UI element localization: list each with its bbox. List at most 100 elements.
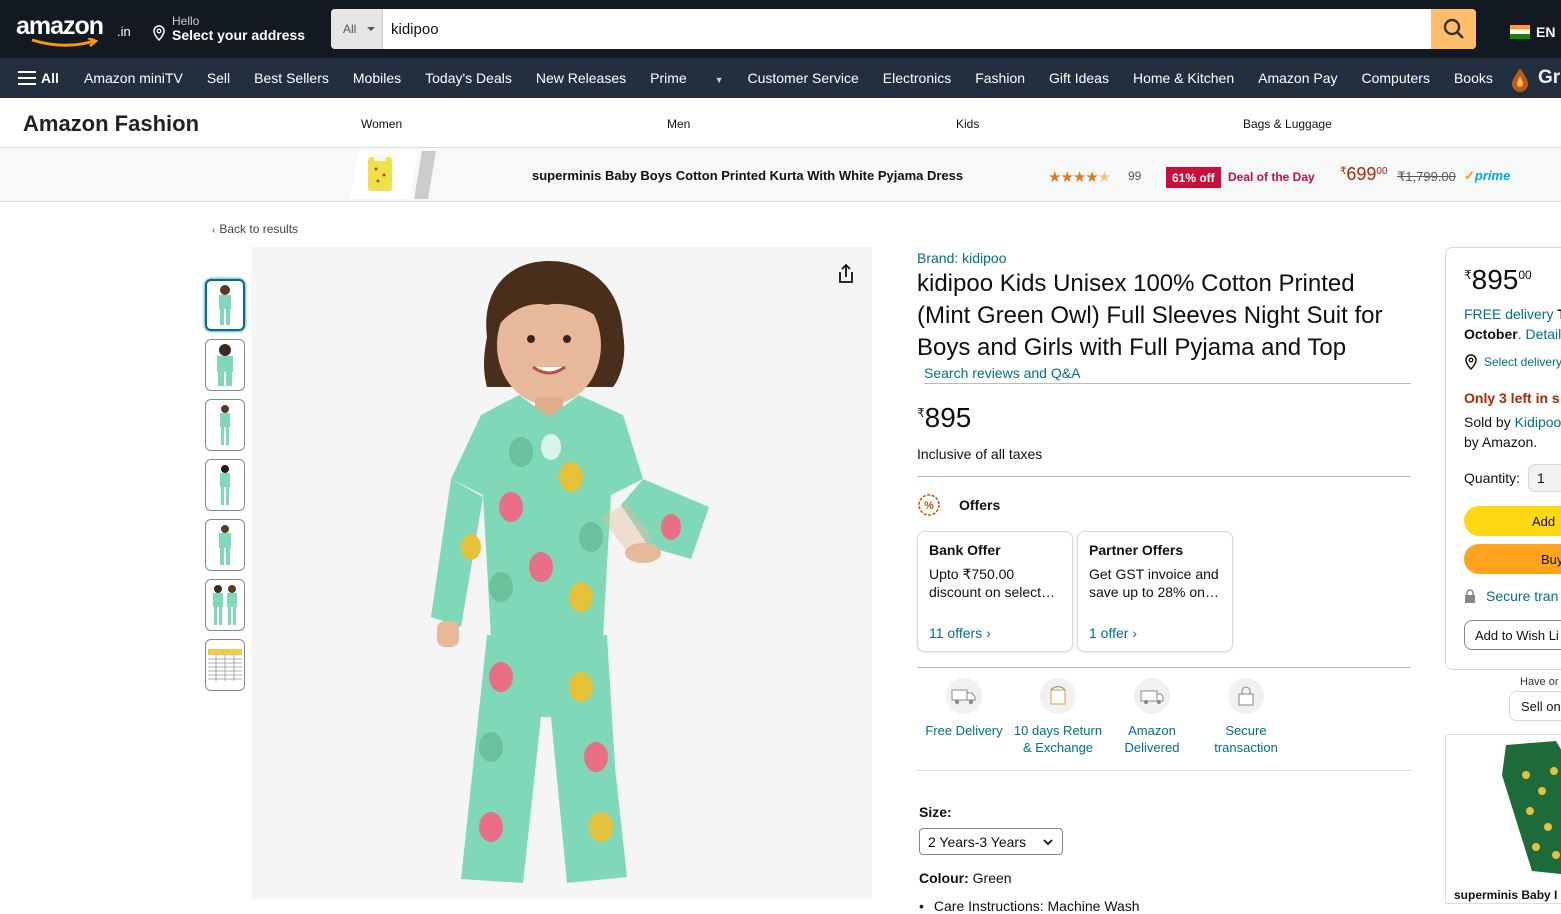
free-delivery-link[interactable]: FREE delivery <box>1464 306 1553 322</box>
add-to-cart-button[interactable]: Add <box>1464 506 1561 536</box>
nav-item-computers[interactable]: Computers <box>1362 70 1430 86</box>
nav-item-customer-service[interactable]: Customer Service <box>747 70 858 86</box>
language-selector[interactable]: EN <box>1510 24 1555 40</box>
sell-on-button[interactable]: Sell on <box>1509 691 1561 721</box>
feature-secure[interactable]: Secure transaction <box>1199 678 1293 756</box>
nav-item-sell[interactable]: Sell <box>207 70 230 86</box>
sponsored-ad[interactable]: superminis Baby I <box>1445 734 1561 904</box>
thumbnail-4[interactable] <box>205 459 245 511</box>
image-thumbnails <box>205 279 245 699</box>
colour-row: Colour: Green <box>919 870 1411 886</box>
prime-badge: ✓prime <box>1464 168 1510 184</box>
buybox-price-whole: 895 <box>1471 264 1519 295</box>
currency-symbol: ₹ <box>917 406 925 420</box>
delivery-details-link[interactable]: . Detail <box>1518 326 1561 342</box>
quantity-select[interactable]: 1 <box>1528 464 1561 492</box>
all-menu-button[interactable]: All <box>18 70 59 86</box>
offer-card-partner[interactable]: Partner Offers Get GST invoice and save … <box>1077 531 1233 652</box>
select-delivery-location[interactable]: Select delivery <box>1464 354 1561 370</box>
back-to-results-link[interactable]: ‹ Back to results <box>212 222 298 236</box>
prime-check-icon: ✓ <box>1464 168 1475 183</box>
diya-lamp-icon[interactable] <box>1505 64 1535 94</box>
product-title: kidipoo Kids Unisex 100% Cotton Printed … <box>917 270 1383 361</box>
thumbnail-3[interactable] <box>205 399 245 451</box>
buy-now-button[interactable]: Buy <box>1464 544 1561 574</box>
product-info: Brand: kidipoo kidipoo Kids Unisex 100% … <box>917 247 1411 914</box>
nav-item-books[interactable]: Books <box>1454 70 1493 86</box>
fashion-cat-bags[interactable]: Bags & Luggage <box>1243 117 1332 131</box>
product-price: ₹895 <box>917 402 1411 434</box>
secure-transaction-link[interactable]: Secure tran <box>1464 588 1561 604</box>
nav-item-new-releases[interactable]: New Releases <box>536 70 626 86</box>
nav-items: Amazon miniTV Sell Best Sellers Mobiles Toda… <box>84 70 1517 86</box>
search-category-dropdown[interactable]: All <box>331 9 383 49</box>
kid-thumbnail-image <box>220 405 230 445</box>
nav-item-home-kitchen[interactable]: Home & Kitchen <box>1133 70 1234 86</box>
star-rating-icon: ★★★★★ <box>1048 169 1111 186</box>
sold-by-prefix: Sold by <box>1464 414 1515 430</box>
offer-card-bank[interactable]: Bank Offer Upto ₹750.00 discount on sele… <box>917 531 1073 652</box>
bullet-icon: • <box>919 898 924 914</box>
amazon-logo[interactable]: amazon .in <box>16 10 134 48</box>
ad-product-image <box>1502 741 1561 875</box>
feature-free-delivery[interactable]: Free Delivery <box>917 678 1011 756</box>
share-icon[interactable] <box>834 262 858 286</box>
offer-card-link[interactable]: 1 offer › <box>1089 625 1221 641</box>
seller-link[interactable]: Kidipoo <box>1515 414 1561 430</box>
size-value: 2 Years-3 Years <box>928 834 1027 850</box>
deal-price: ₹69900 <box>1340 164 1388 185</box>
delivery-date: October <box>1464 326 1518 342</box>
top-header: amazon .in Hello Select your address All… <box>0 0 1561 58</box>
fashion-cat-women[interactable]: Women <box>361 117 402 131</box>
colour-value: Green <box>972 870 1012 886</box>
india-flag-icon <box>1510 25 1530 39</box>
brand-link[interactable]: Brand: kidipoo <box>917 250 1411 266</box>
nav-item-fashion[interactable]: Fashion <box>975 70 1025 86</box>
size-chart-thumbnail-image <box>208 649 242 681</box>
feature-amazon-delivered[interactable]: Amazon Delivered <box>1105 678 1199 756</box>
search-reviews-link[interactable]: Search reviews and Q&A <box>924 365 1411 384</box>
nav-item-best-sellers[interactable]: Best Sellers <box>254 70 329 86</box>
nav-item-electronics[interactable]: Electronics <box>883 70 951 86</box>
search-input[interactable] <box>383 9 1432 49</box>
nav-item-gift-ideas[interactable]: Gift Ideas <box>1049 70 1109 86</box>
currency-symbol: ₹ <box>1464 268 1472 282</box>
nav-item-todays-deals[interactable]: Today's Deals <box>425 70 512 86</box>
prime-label: prime <box>1474 168 1511 183</box>
ad-title[interactable]: superminis Baby I <box>1454 888 1557 902</box>
deal-mrp: ₹1,799.00 <box>1397 169 1456 184</box>
deal-banner[interactable]: superminis Baby Boys Cotton Printed Kurt… <box>0 148 1561 202</box>
currency-symbol: ₹ <box>1340 166 1347 177</box>
nav-item-minitv[interactable]: Amazon miniTV <box>84 70 183 86</box>
add-to-wishlist-button[interactable]: Add to Wish Li <box>1464 620 1561 650</box>
smile-arrow-icon <box>31 38 99 47</box>
nav-item-prime[interactable]: Prime ▼ <box>650 70 723 86</box>
size-select[interactable]: 2 Years-3 Years <box>919 828 1063 855</box>
fashion-title[interactable]: Amazon Fashion <box>23 111 199 137</box>
offer-card-link[interactable]: 11 offers › <box>929 625 1061 641</box>
kid-thumbnail-image <box>220 465 230 505</box>
hamburger-icon <box>18 71 36 85</box>
thumbnail-2[interactable] <box>205 339 245 391</box>
promo-text[interactable]: Gr <box>1538 67 1560 89</box>
chevron-down-icon <box>1043 839 1053 846</box>
have-one-text: Have or <box>1520 676 1559 688</box>
feature-return[interactable]: 10 days Return & Exchange <box>1011 678 1105 756</box>
delivery-info: FREE delivery T October. Detail <box>1464 304 1561 344</box>
kids-pair-thumbnail-image <box>213 585 237 625</box>
care-instructions: • Care Instructions: Machine Wash <box>919 898 1411 914</box>
location-pin-icon <box>153 25 165 41</box>
main-product-image[interactable] <box>251 247 872 899</box>
nav-item-mobiles[interactable]: Mobiles <box>353 70 401 86</box>
offer-card-title: Partner Offers <box>1089 542 1184 558</box>
fashion-cat-men[interactable]: Men <box>667 117 690 131</box>
thumbnail-1[interactable] <box>205 279 245 331</box>
nav-item-amazon-pay[interactable]: Amazon Pay <box>1258 70 1337 86</box>
search-button[interactable] <box>1431 9 1476 49</box>
feature-label: Amazon Delivered <box>1124 723 1180 755</box>
secure-label: Secure tran <box>1486 588 1559 604</box>
fashion-cat-kids[interactable]: Kids <box>956 117 979 131</box>
thumbnail-5[interactable] <box>205 519 245 571</box>
thumbnail-6[interactable] <box>205 579 245 631</box>
thumbnail-7[interactable] <box>205 639 245 691</box>
